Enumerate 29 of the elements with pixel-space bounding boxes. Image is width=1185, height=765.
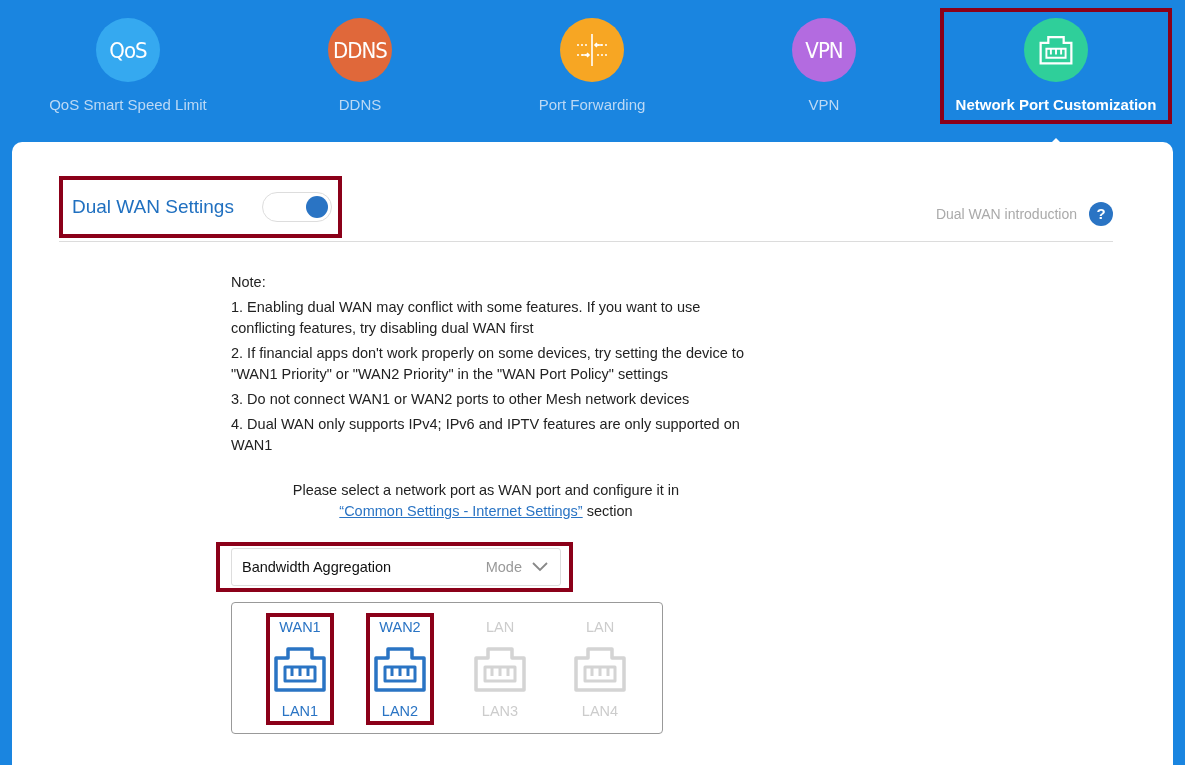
chevron-down-icon bbox=[532, 562, 548, 572]
section-title: Dual WAN Settings bbox=[72, 196, 234, 218]
ethernet-port-icon bbox=[472, 644, 528, 694]
note-item: 1. Enabling dual WAN may conflict with some features. If you want to use conflicting features, try disabling dual WAN first bbox=[231, 298, 702, 338]
note-item: 3. Do not connect WAN1 or WAN2 ports to other Mesh network devices bbox=[231, 390, 691, 409]
settings-link[interactable]: “Common Settings - Internet Settings” bbox=[339, 503, 583, 519]
feature-badge: QoS bbox=[96, 18, 160, 82]
note-item: 4. Dual WAN only supports IPv4; IPv6 and IPTV features are only supported on WAN1 bbox=[231, 415, 741, 455]
feature-badge: DDNS bbox=[328, 18, 392, 82]
help-link[interactable]: Dual WAN introduction bbox=[935, 205, 1077, 222]
feature-badge: VPN bbox=[792, 18, 856, 82]
nav-tab[interactable]: Network Port Customization bbox=[940, 8, 1172, 124]
note-item: 2. If financial apps don't work properly on some devices, try setting the device to "WAN1 Priority" or "WAN2 Priority" in the "WAN Port Policy" settings bbox=[231, 344, 745, 384]
nav-tab[interactable]: QoS QoS Smart Speed Limit bbox=[12, 8, 244, 124]
port-label: LAN1 bbox=[281, 703, 319, 719]
nav-tab[interactable]: VPN VPN bbox=[708, 8, 940, 124]
ethernet-port-icon bbox=[372, 644, 428, 694]
mode-dropdown[interactable]: Bandwidth Aggregation Mode bbox=[231, 548, 561, 586]
note-title: Note: bbox=[231, 273, 267, 292]
port-label: WAN2 bbox=[379, 619, 421, 635]
nav-tab[interactable]: Port Forwarding bbox=[476, 8, 708, 124]
toggle-switch[interactable] bbox=[261, 192, 332, 222]
ethernet-port-icon bbox=[572, 644, 628, 694]
ethernet-port-icon bbox=[272, 644, 328, 694]
nav-tab[interactable]: DDNS DDNS bbox=[244, 8, 476, 124]
instruction-text: Please select a network port as WAN port and configure it in “Common Settings - Internet Settings” section bbox=[291, 481, 681, 521]
port-label: WAN1 bbox=[279, 619, 321, 635]
port-label: LAN2 bbox=[381, 703, 419, 719]
help-icon[interactable]: ? bbox=[1089, 201, 1113, 226]
